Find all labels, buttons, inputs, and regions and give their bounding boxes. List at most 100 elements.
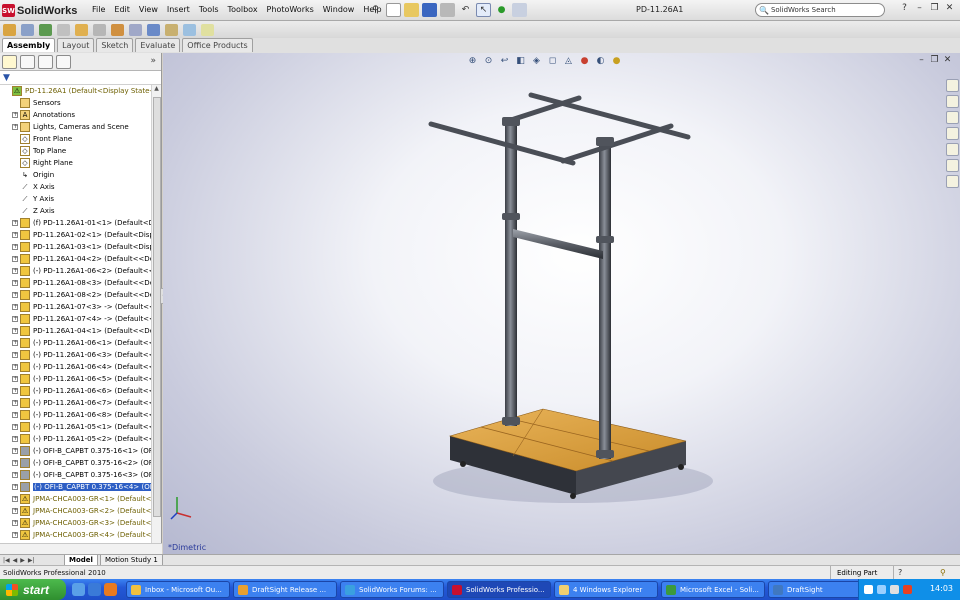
tree-horizontal-scrollbar[interactable]: [0, 543, 162, 554]
display-style-icon[interactable]: ◻: [546, 55, 559, 67]
tree-item[interactable]: + PD-11.26A1-08<2> (Default<<Defau: [0, 289, 152, 301]
tree-item[interactable]: + ⚠ JPMA-CHCA003-GR<1> (Default<: [0, 493, 152, 505]
internet-explorer-icon[interactable]: [88, 583, 101, 596]
tab-layout[interactable]: Layout: [57, 38, 95, 52]
tab-evaluate[interactable]: Evaluate: [135, 38, 181, 52]
expand-toggle-icon[interactable]: +: [12, 412, 18, 418]
tree-item[interactable]: + ⚠ JPMA-CHCA003-GR<2> (Default<: [0, 505, 152, 517]
viewport-minimize-button[interactable]: –: [915, 55, 928, 65]
expand-toggle-icon[interactable]: +: [12, 400, 18, 406]
tree-item[interactable]: + ⚠ JPMA-CHCA003-GR<4> (Default<: [0, 529, 152, 541]
tree-item[interactable]: + (-) OFI-B_CAPBT 0.375-16<1> (OFI-E: [0, 445, 152, 457]
tree-item[interactable]: + PD-11.26A1-04<1> (Default<<Defau: [0, 325, 152, 337]
expand-toggle-icon[interactable]: +: [12, 460, 18, 466]
file-explorer-icon[interactable]: [945, 111, 959, 124]
zoom-to-fit-icon[interactable]: ⊕: [466, 55, 479, 67]
reference-geometry-icon[interactable]: [129, 23, 142, 36]
tree-item[interactable]: + (-) PD-11.26A1-06<4> (Default<<De: [0, 361, 152, 373]
expand-toggle-icon[interactable]: +: [12, 472, 18, 478]
linear-pattern-icon[interactable]: [39, 23, 52, 36]
last-tab-icon[interactable]: ▶|: [28, 557, 35, 564]
menu-item-tools[interactable]: Tools: [199, 5, 219, 14]
select-icon[interactable]: ↖: [476, 3, 491, 17]
previous-view-icon[interactable]: ↩: [498, 55, 511, 67]
expand-toggle-icon[interactable]: +: [12, 520, 18, 526]
custom-properties-icon[interactable]: [945, 175, 959, 188]
firefox-icon[interactable]: [104, 583, 117, 596]
tree-item[interactable]: ◇ Front Plane: [0, 133, 152, 145]
tree-root-assembly[interactable]: ⚠ PD-11.26A1 (Default<Display State-1: [0, 85, 152, 97]
scroll-thumb[interactable]: [153, 97, 161, 517]
tree-item[interactable]: + PD-11.26A1-07<4> -> (Default<<De: [0, 313, 152, 325]
bill-of-materials-icon[interactable]: [165, 23, 178, 36]
viewport-restore-button[interactable]: ❐: [928, 55, 941, 65]
expand-toggle-icon[interactable]: +: [12, 424, 18, 430]
pin-icon[interactable]: ⚲: [368, 3, 383, 17]
taskbar-button[interactable]: DraftSight Release ...: [233, 581, 337, 598]
tree-item[interactable]: + (-) PD-11.26A1-06<8> (Default<<De: [0, 409, 152, 421]
expand-toggle-icon[interactable]: +: [12, 388, 18, 394]
expand-toggle-icon[interactable]: +: [12, 316, 18, 322]
edit-appearance-icon[interactable]: ●: [578, 55, 591, 67]
tree-item[interactable]: + A Annotations: [0, 109, 152, 121]
tree-item[interactable]: ⟋ Y Axis: [0, 193, 152, 205]
clothing-rack-model[interactable]: [163, 53, 960, 554]
start-button[interactable]: start: [0, 579, 66, 600]
tree-item[interactable]: + PD-11.26A1-03<1> (Default<Display: [0, 241, 152, 253]
tree-item[interactable]: + (-) OFI-B_CAPBT 0.375-16<3> (OFI-E: [0, 469, 152, 481]
tree-item[interactable]: ◇ Top Plane: [0, 145, 152, 157]
expand-toggle-icon[interactable]: +: [12, 496, 18, 502]
expand-toggle-icon[interactable]: +: [12, 256, 18, 262]
restore-button[interactable]: ❐: [928, 3, 941, 16]
expand-toggle-icon[interactable]: +: [12, 364, 18, 370]
app-logo[interactable]: SW SolidWorks: [2, 3, 81, 18]
tree-item[interactable]: ◇ Right Plane: [0, 157, 152, 169]
expand-toggle-icon[interactable]: +: [12, 508, 18, 514]
menu-item-view[interactable]: View: [139, 5, 158, 14]
tree-item[interactable]: + (-) PD-11.26A1-06<1> (Default<<De: [0, 337, 152, 349]
menu-item-photoworks[interactable]: PhotoWorks: [267, 5, 314, 14]
instant3d-icon[interactable]: [201, 23, 214, 36]
expand-toggle-icon[interactable]: +: [12, 328, 18, 334]
feature-manager-tab-icon[interactable]: [2, 54, 17, 69]
menu-item-edit[interactable]: Edit: [114, 5, 130, 14]
tree-item[interactable]: + (-) OFI-B_CAPBT 0.375-16<2> (OFI-E: [0, 457, 152, 469]
tree-item[interactable]: + (-) PD-11.26A1-05<1> (Default<<De: [0, 421, 152, 433]
expand-toggle-icon[interactable]: +: [12, 220, 18, 226]
help-icon[interactable]: ?: [898, 3, 911, 16]
show-desktop-icon[interactable]: [72, 583, 85, 596]
expand-panel-icon[interactable]: »: [150, 56, 156, 66]
tree-item[interactable]: + (-) PD-11.26A1-06<6> (Default<<De: [0, 385, 152, 397]
rebuild-icon[interactable]: ●: [494, 3, 509, 17]
hide-show-items-icon[interactable]: ◬: [562, 55, 575, 67]
taskbar-button[interactable]: SolidWorks Professio...: [447, 581, 551, 598]
new-motion-study-icon[interactable]: [147, 23, 160, 36]
undo-icon[interactable]: ↶: [458, 3, 473, 17]
expand-toggle-icon[interactable]: +: [12, 532, 18, 538]
smart-fasteners-icon[interactable]: [57, 23, 70, 36]
tree-item[interactable]: + PD-11.26A1-02<1> (Default<Display: [0, 229, 152, 241]
tree-vertical-scrollbar[interactable]: ▲: [151, 85, 161, 543]
tree-item[interactable]: ⟋ X Axis: [0, 181, 152, 193]
expand-toggle-icon[interactable]: +: [12, 280, 18, 286]
view-orientation-icon[interactable]: ◈: [530, 55, 543, 67]
expand-toggle-icon[interactable]: +: [12, 124, 18, 130]
menu-item-toolbox[interactable]: Toolbox: [228, 5, 258, 14]
options-icon[interactable]: [512, 3, 527, 17]
assembly-features-icon[interactable]: [111, 23, 124, 36]
expand-toggle-icon[interactable]: +: [12, 352, 18, 358]
menu-item-window[interactable]: Window: [323, 5, 355, 14]
design-library-icon[interactable]: [945, 95, 959, 108]
configuration-manager-tab-icon[interactable]: [38, 54, 53, 69]
taskbar-button[interactable]: Inbox - Microsoft Ou...: [126, 581, 230, 598]
appearances-icon[interactable]: [945, 159, 959, 172]
print-icon[interactable]: [440, 3, 455, 17]
tree-item[interactable]: + ⚠ JPMA-CHCA003-GR<3> (Default<: [0, 517, 152, 529]
expand-toggle-icon[interactable]: +: [12, 232, 18, 238]
tree-item[interactable]: + (f) PD-11.26A1-01<1> (Default<Displ: [0, 217, 152, 229]
tree-item[interactable]: + (-) PD-11.26A1-06<2> (Default<<De: [0, 265, 152, 277]
move-component-icon[interactable]: [75, 23, 88, 36]
tray-volume-icon[interactable]: [890, 585, 899, 594]
new-document-icon[interactable]: [386, 3, 401, 17]
expand-toggle-icon[interactable]: +: [12, 436, 18, 442]
